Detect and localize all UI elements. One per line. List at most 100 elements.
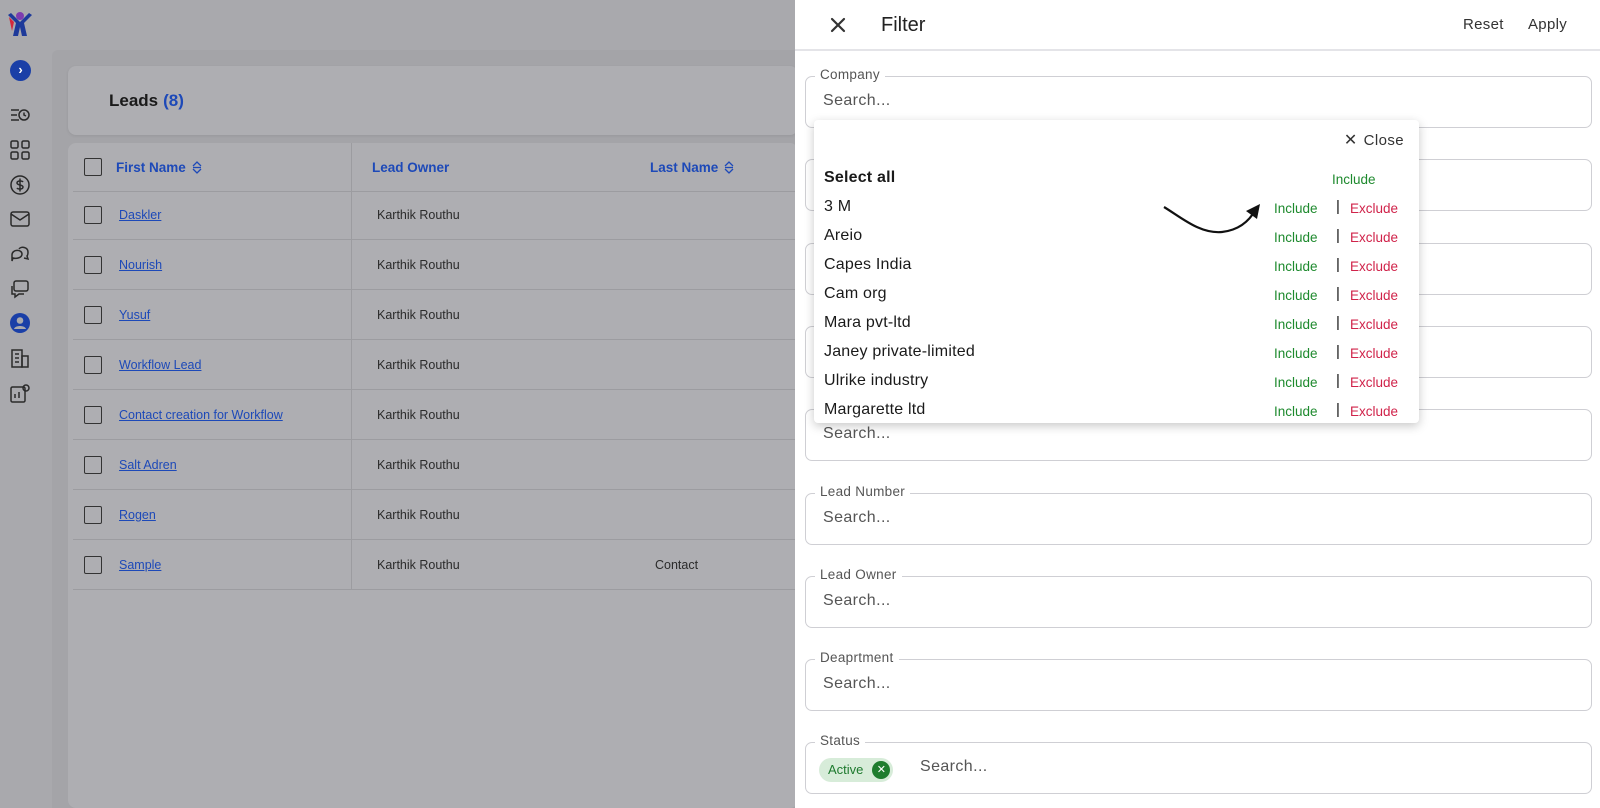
leads-header: Leads (8) [68,66,798,135]
department-label: Deaprtment [815,650,899,665]
exclude-button[interactable]: Exclude [1350,375,1398,390]
grid-icon[interactable] [9,139,31,161]
lead-owner-cell: Karthik Routhu [377,308,460,322]
department-field[interactable]: Deaprtment [805,650,1592,711]
separator: | [1336,285,1340,302]
lead-owner-search-input[interactable] [823,592,1563,610]
company-dropdown: ✕ Close Select all Include 3 M Include | … [814,120,1419,423]
list-item: Margarette ltd Include | Exclude [814,398,1419,423]
list-item: 3 M Include | Exclude [814,195,1419,224]
table-row[interactable]: Rogen Karthik Routhu [73,490,798,540]
app-logo-icon[interactable] [5,9,35,39]
exclude-button[interactable]: Exclude [1350,230,1398,245]
lead-number-search-input[interactable] [823,509,1563,527]
select-all-include-button[interactable]: Include [1332,172,1376,187]
include-button[interactable]: Include [1274,230,1318,245]
table-header: First Name Lead Owner Last Name [73,143,798,192]
exclude-button[interactable]: Exclude [1350,201,1398,216]
include-button[interactable]: Include [1274,259,1318,274]
exclude-button[interactable]: Exclude [1350,404,1398,419]
table-row[interactable]: Yusuf Karthik Routhu [73,290,798,340]
first-name-link[interactable]: Rogen [119,508,156,522]
chip-remove-icon[interactable]: ✕ [872,761,891,779]
status-search-input[interactable] [920,758,1570,776]
separator: | [1336,401,1340,418]
apply-button[interactable]: Apply [1528,16,1567,33]
include-button[interactable]: Include [1274,404,1318,419]
close-icon[interactable] [827,14,849,36]
expand-sidebar-button[interactable]: › [10,60,31,81]
list-clock-icon[interactable] [9,104,31,126]
row-checkbox[interactable] [84,556,102,574]
column-header-lead-owner[interactable]: Lead Owner [372,160,449,175]
table-row[interactable]: Sample Karthik Routhu Contact [73,540,798,590]
row-checkbox[interactable] [84,206,102,224]
row-checkbox[interactable] [84,456,102,474]
separator: | [1336,343,1340,360]
page-title: Leads (8) [109,91,184,110]
separator: | [1336,314,1340,331]
include-button[interactable]: Include [1274,346,1318,361]
mail-icon[interactable] [9,208,31,230]
table-row[interactable]: Salt Adren Karthik Routhu [73,440,798,490]
reset-button[interactable]: Reset [1463,16,1504,33]
dollar-icon[interactable] [9,174,31,196]
exclude-button[interactable]: Exclude [1350,317,1398,332]
first-name-link[interactable]: Workflow Lead [119,358,201,372]
first-name-link[interactable]: Salt Adren [119,458,177,472]
row-checkbox[interactable] [84,356,102,374]
table-row[interactable]: Contact creation for Workflow Karthik Ro… [73,390,798,440]
search-input[interactable] [823,425,1563,443]
select-all-label: Select all [824,169,896,186]
table-row[interactable]: Nourish Karthik Routhu [73,240,798,290]
message-icon[interactable] [9,278,31,300]
exclude-button[interactable]: Exclude [1350,346,1398,361]
select-all-row: Select all Include [814,166,1419,195]
lead-owner-cell: Karthik Routhu [377,408,460,422]
company-option-label: Areio [824,227,863,244]
sort-icon[interactable] [192,161,202,174]
status-chip-label: Active [828,762,864,777]
sort-icon[interactable] [724,161,734,174]
row-checkbox[interactable] [84,256,102,274]
include-button[interactable]: Include [1274,375,1318,390]
row-checkbox[interactable] [84,506,102,524]
lead-owner-cell: Karthik Routhu [377,258,460,272]
include-button[interactable]: Include [1274,201,1318,216]
user-icon[interactable] [9,312,31,334]
exclude-button[interactable]: Exclude [1350,288,1398,303]
lead-owner-label: Lead Owner [815,567,902,582]
lead-owner-field[interactable]: Lead Owner [805,567,1592,628]
select-all-checkbox[interactable] [84,158,102,176]
lead-number-field[interactable]: Lead Number [805,484,1592,545]
first-name-link[interactable]: Daskler [119,208,161,222]
table-row[interactable]: Workflow Lead Karthik Routhu [73,340,798,390]
lead-owner-cell: Karthik Routhu [377,358,460,372]
lead-number-label: Lead Number [815,484,911,499]
row-checkbox[interactable] [84,306,102,324]
row-checkbox[interactable] [84,406,102,424]
first-name-link[interactable]: Nourish [119,258,162,272]
exclude-button[interactable]: Exclude [1350,259,1398,274]
lead-owner-cell: Karthik Routhu [377,208,460,222]
filter-title: Filter [881,14,926,36]
column-header-last-name[interactable]: Last Name [650,160,734,175]
settings-chart-icon[interactable] [9,382,31,404]
first-name-link[interactable]: Sample [119,558,161,572]
list-item: Ulrike industry Include | Exclude [814,369,1419,398]
first-name-link[interactable]: Contact creation for Workflow [119,408,283,422]
company-search-input[interactable] [823,92,1563,110]
dropdown-close-button[interactable]: ✕ Close [1344,130,1404,150]
include-button[interactable]: Include [1274,288,1318,303]
status-chip: Active ✕ [819,758,894,782]
building-icon[interactable] [9,347,31,369]
table-row[interactable]: Daskler Karthik Routhu [73,190,798,240]
include-button[interactable]: Include [1274,317,1318,332]
first-name-link[interactable]: Yusuf [119,308,150,322]
close-icon: ✕ [1343,132,1358,149]
chat-icon[interactable] [9,243,31,265]
status-field[interactable]: Status Active ✕ [805,733,1592,794]
department-search-input[interactable] [823,675,1563,693]
column-header-first-name[interactable]: First Name [116,160,202,175]
separator: | [1336,256,1340,273]
